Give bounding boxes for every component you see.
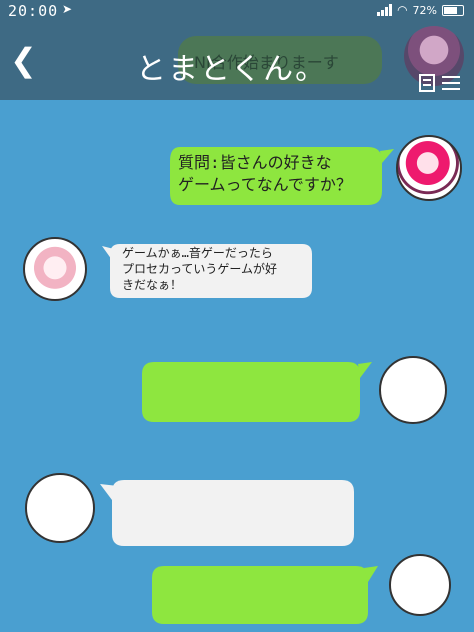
status-right: ◠ 72% — [377, 3, 464, 17]
message-bubble — [100, 480, 354, 546]
menu-icon[interactable] — [418, 72, 466, 94]
chat-title: とまとくん。 — [136, 52, 328, 87]
message-text: ゲームかぁ…音ゲーだったら プロセカっていうゲームが好 きだなぁ！ — [122, 246, 278, 292]
avatar[interactable] — [389, 554, 451, 616]
avatar[interactable] — [396, 135, 462, 201]
status-time: 20:00 — [8, 2, 59, 20]
avatar[interactable] — [23, 237, 87, 301]
message-bubble — [142, 362, 372, 422]
location-arrow-icon: ➤ — [62, 2, 73, 16]
signal-icon — [377, 4, 393, 16]
battery-icon — [442, 4, 464, 16]
message-text: 質問:皆さんの好きな ゲームってなんですか？ — [178, 153, 352, 194]
battery-percent: 72% — [412, 3, 437, 17]
back-icon[interactable]: ❮ — [10, 44, 37, 76]
avatar[interactable] — [379, 356, 447, 424]
chat-header: NI合作始まりまーす ❮ とまとくん。 — [0, 22, 474, 100]
status-bar: 20:00 ➤ ◠ 72% — [0, 0, 474, 22]
message-bubble — [152, 566, 378, 624]
wifi-icon: ◠ — [397, 3, 408, 17]
avatar[interactable] — [25, 473, 95, 543]
